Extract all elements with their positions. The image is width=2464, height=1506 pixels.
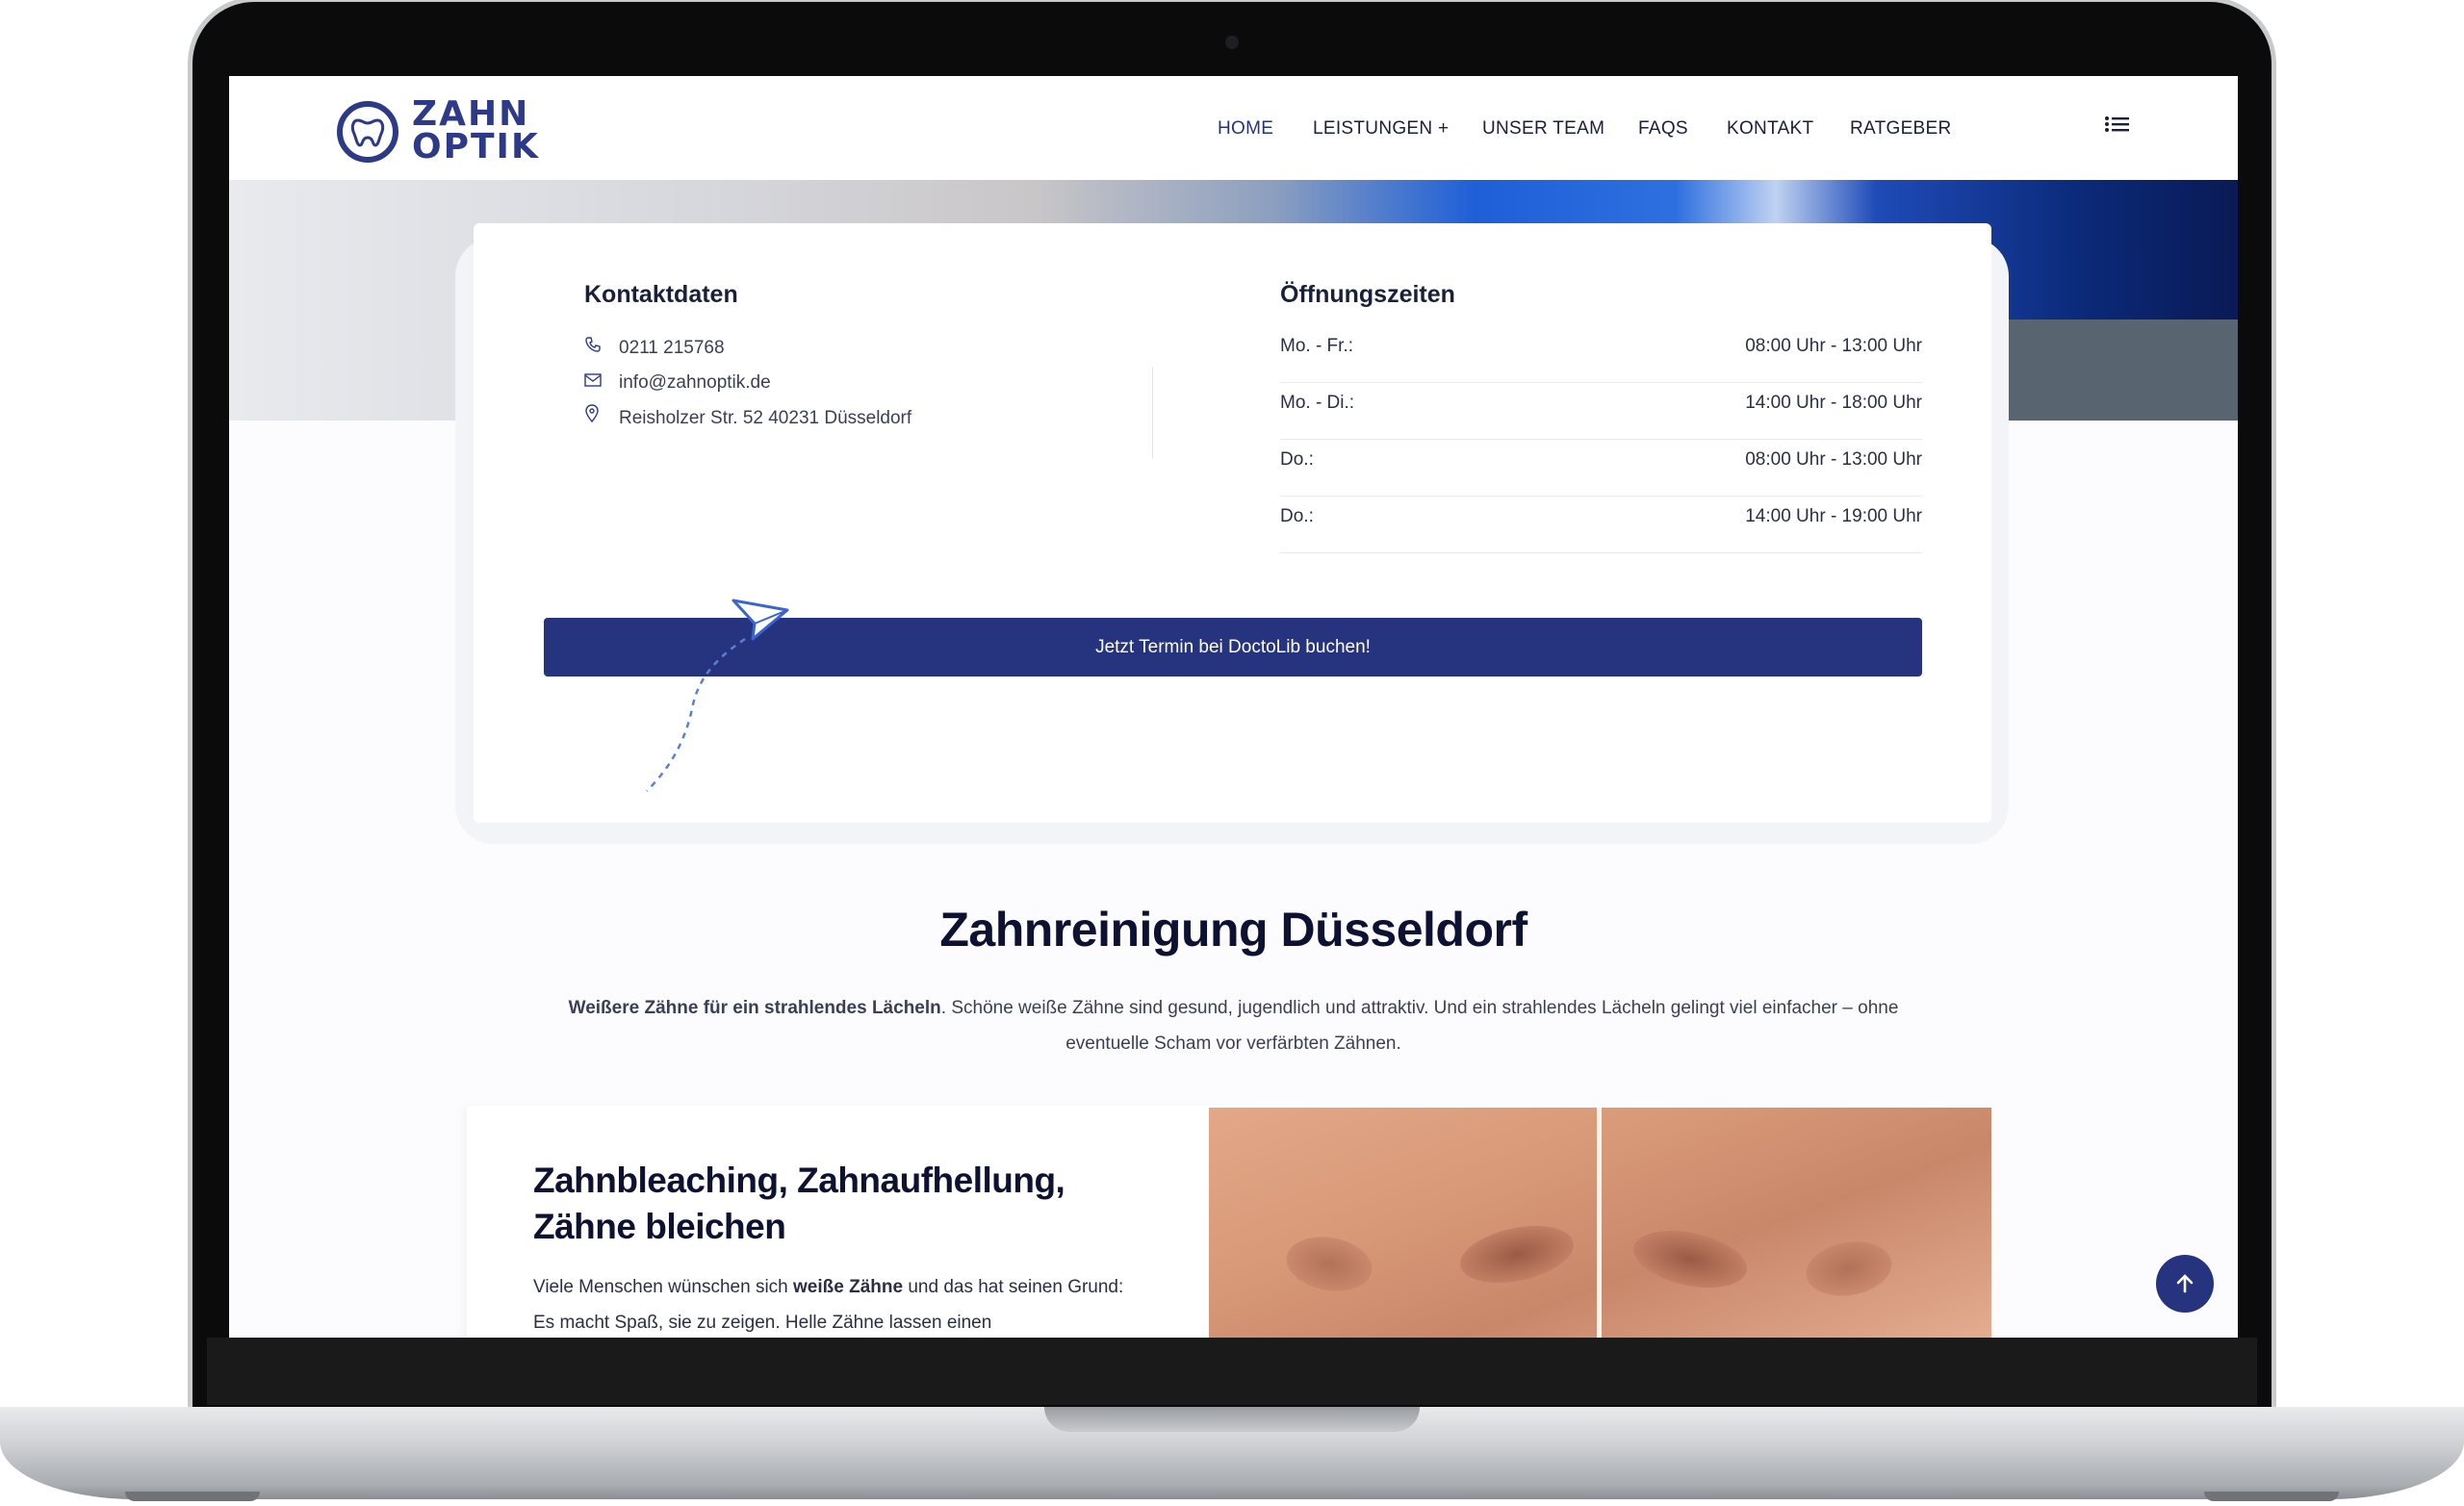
before-after-photo	[1209, 1108, 1991, 1338]
section-title: Zahnbleaching, Zahnaufhellung, Zähne ble…	[533, 1161, 1065, 1246]
hours-row: Mo. - Fr.: 08:00 Uhr - 13:00 Uhr	[1280, 326, 1922, 383]
body-text-bold: weiße Zähne	[793, 1277, 904, 1297]
hours-heading: Öffnungszeiten	[1280, 281, 1455, 308]
nav-home[interactable]: HOME	[1218, 118, 1273, 140]
nav-leistungen[interactable]: LEISTUNGEN +	[1313, 118, 1449, 140]
photo-detail	[1281, 1230, 1377, 1298]
mail-icon	[584, 370, 605, 395]
intro-text: . Schöne weiße Zähne sind gesund, jugend…	[940, 998, 1899, 1054]
list-menu-icon[interactable]	[2104, 115, 2131, 138]
nav-ratgeber[interactable]: RATGEBER	[1850, 118, 1952, 140]
hero-grey-block	[1990, 319, 2238, 421]
contact-card: Kontaktdaten 0211 215768 info@zahnoptik.…	[474, 223, 1991, 823]
contact-email-row[interactable]: info@zahnoptik.de	[584, 370, 771, 395]
nav-kontakt[interactable]: KONTAKT	[1727, 118, 1813, 140]
logo-text-optik: OPTIK	[412, 127, 540, 166]
laptop-notch	[1044, 1407, 1420, 1432]
tooth-logo-icon	[337, 101, 398, 163]
hours-row: Do.: 14:00 Uhr - 19:00 Uhr	[1280, 497, 1922, 553]
body-text-start: Viele Menschen wünschen sich	[533, 1277, 794, 1297]
intro-bold: Weißere Zähne für ein strahlendes Lächel…	[568, 998, 941, 1018]
photo-detail	[1801, 1235, 1897, 1303]
contact-phone-row[interactable]: 0211 215768	[584, 335, 725, 360]
hours-time: 14:00 Uhr - 18:00 Uhr	[1745, 393, 1922, 413]
photo-detail	[1628, 1221, 1753, 1297]
section-body: Viele Menschen wünschen sich weiße Zähne…	[533, 1269, 1140, 1338]
logo[interactable]: ZAHN OPTIK	[337, 93, 549, 168]
hours-day: Mo. - Di.:	[1280, 393, 1355, 413]
photo-detail	[1454, 1216, 1579, 1292]
hours-day: Do.:	[1280, 506, 1314, 526]
column-divider	[1152, 368, 1153, 459]
hours-day: Mo. - Fr.:	[1280, 336, 1353, 356]
website-screen: ZAHN OPTIK HOME LEISTUNGEN + UNSER TEAM …	[229, 76, 2238, 1338]
hours-row: Mo. - Di.: 14:00 Uhr - 18:00 Uhr	[1280, 383, 1922, 440]
location-pin-icon	[584, 404, 605, 430]
navbar: ZAHN OPTIK HOME LEISTUNGEN + UNSER TEAM …	[229, 76, 2238, 180]
hours-time: 08:00 Uhr - 13:00 Uhr	[1745, 449, 1922, 470]
hours-row: Do.: 08:00 Uhr - 13:00 Uhr	[1280, 440, 1922, 497]
scroll-to-top-button[interactable]	[2156, 1255, 2214, 1313]
nav-unser-team[interactable]: UNSER TEAM	[1482, 118, 1604, 140]
contact-address-row: Reisholzer Str. 52 40231 Düsseldorf	[584, 404, 911, 429]
hours-time: 08:00 Uhr - 13:00 Uhr	[1745, 336, 1922, 356]
arrow-up-icon	[2176, 1274, 2194, 1293]
bezel-bottom	[207, 1338, 2257, 1405]
laptop-foot-right	[2204, 1492, 2339, 1501]
camera-dot	[1225, 36, 1239, 49]
nav-faqs[interactable]: FAQS	[1638, 118, 1688, 140]
phone-icon	[584, 335, 605, 360]
contact-heading: Kontaktdaten	[584, 281, 738, 308]
contact-phone: 0211 215768	[619, 338, 725, 358]
hours-day: Do.:	[1280, 449, 1314, 470]
contact-address: Reisholzer Str. 52 40231 Düsseldorf	[619, 408, 912, 428]
page-title: Zahnreinigung Düsseldorf	[939, 903, 1527, 957]
contact-email: info@zahnoptik.de	[619, 372, 771, 393]
intro-paragraph: Weißere Zähne für ein strahlendes Lächel…	[537, 990, 1930, 1061]
laptop-foot-left	[125, 1492, 260, 1501]
book-doctolib-button[interactable]: Jetzt Termin bei DoctoLib buchen!	[544, 618, 1922, 676]
hours-time: 14:00 Uhr - 19:00 Uhr	[1745, 506, 1922, 526]
photo-split-line	[1597, 1108, 1602, 1338]
